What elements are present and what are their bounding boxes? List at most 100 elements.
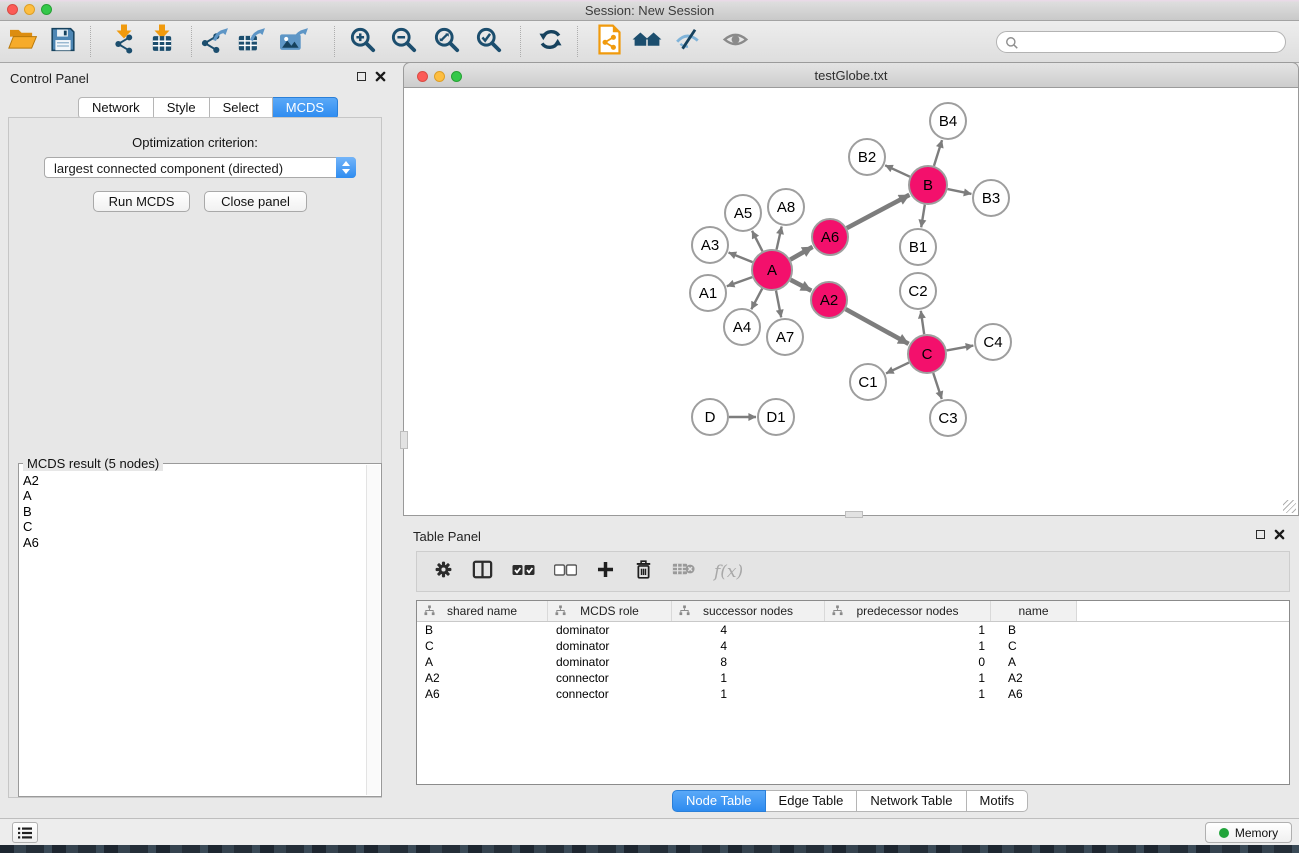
- table-row[interactable]: A6connector11A6: [417, 686, 1289, 702]
- graph-edge-B-B4[interactable]: [934, 140, 942, 166]
- cell-shared-name[interactable]: B: [417, 623, 548, 637]
- tab-style[interactable]: Style: [154, 97, 210, 119]
- tab-select[interactable]: Select: [210, 97, 273, 119]
- optimization-criterion-select[interactable]: largest connected component (directed): [44, 157, 356, 178]
- cell-shared-name[interactable]: A: [417, 655, 548, 669]
- mcds-result-scrollbar[interactable]: [366, 465, 380, 795]
- tab-node-table[interactable]: Node Table: [672, 790, 766, 812]
- float-panel-icon[interactable]: [357, 72, 366, 81]
- graph-edge-A2-C[interactable]: [846, 309, 909, 344]
- network-window-titlebar[interactable]: testGlobe.txt: [403, 62, 1299, 88]
- cell-MCDS-role[interactable]: dominator: [548, 639, 672, 653]
- export-image-icon[interactable]: [280, 25, 309, 59]
- graph-edge-A-A7[interactable]: [776, 291, 781, 318]
- tab-motifs[interactable]: Motifs: [967, 790, 1029, 812]
- run-mcds-button[interactable]: Run MCDS: [93, 191, 190, 212]
- add-column-icon[interactable]: [596, 560, 615, 584]
- table-row[interactable]: A2connector11A2: [417, 670, 1289, 686]
- cell-successor-nodes[interactable]: 1: [672, 671, 825, 685]
- search-input[interactable]: [1023, 33, 1277, 53]
- cell-predecessor-nodes[interactable]: 1: [825, 623, 991, 637]
- cell-shared-name[interactable]: A6: [417, 687, 548, 701]
- import-table-icon[interactable]: [148, 24, 176, 59]
- graph-edge-C-C4[interactable]: [947, 346, 974, 351]
- show-graphics-details-icon[interactable]: [722, 26, 749, 57]
- graph-edge-A-A1[interactable]: [727, 277, 752, 286]
- cell-shared-name[interactable]: C: [417, 639, 548, 653]
- show-columns-icon[interactable]: [472, 560, 493, 584]
- deselect-all-icon[interactable]: [554, 563, 577, 581]
- column-header-successor-nodes[interactable]: successor nodes: [672, 601, 825, 621]
- graph-edge-A-A8[interactable]: [777, 227, 782, 250]
- select-all-icon[interactable]: [512, 563, 535, 581]
- task-history-button[interactable]: [12, 822, 38, 843]
- graph-edge-A6-B[interactable]: [847, 195, 910, 228]
- graph-edge-A-A3[interactable]: [729, 252, 753, 262]
- graph-edge-B-B1[interactable]: [921, 205, 925, 228]
- mcds-result-item[interactable]: C: [23, 519, 39, 534]
- graph-edge-A-A4[interactable]: [751, 289, 762, 310]
- graph-edge-C-C1[interactable]: [886, 363, 909, 374]
- column-header-MCDS-role[interactable]: MCDS role: [548, 601, 672, 621]
- network-canvas[interactable]: B4B2BB3A5A8A6B1A3AA1C2A2A4A7C4CC1C3DD1: [403, 88, 1299, 516]
- column-header-name[interactable]: name: [991, 601, 1077, 621]
- graph-edge-A-A5[interactable]: [752, 231, 762, 251]
- memory-button[interactable]: Memory: [1205, 822, 1292, 843]
- search-field[interactable]: [996, 31, 1286, 53]
- network-graph[interactable]: B4B2BB3A5A8A6B1A3AA1C2A2A4A7C4CC1C3DD1: [404, 88, 1298, 515]
- import-network-icon[interactable]: [110, 24, 138, 59]
- delete-table-icon[interactable]: [672, 561, 695, 582]
- cell-MCDS-role[interactable]: connector: [548, 671, 672, 685]
- cell-predecessor-nodes[interactable]: 1: [825, 671, 991, 685]
- zoom-selected-icon[interactable]: [475, 26, 502, 58]
- open-session-icon[interactable]: [8, 27, 37, 57]
- graph-edge-A-A2[interactable]: [791, 280, 812, 291]
- float-panel-icon[interactable]: [1256, 530, 1265, 539]
- cell-MCDS-role[interactable]: connector: [548, 687, 672, 701]
- tab-network-table[interactable]: Network Table: [857, 790, 966, 812]
- graph-edge-C-C2[interactable]: [921, 311, 924, 334]
- graph-edge-C-C3[interactable]: [933, 373, 942, 399]
- cell-successor-nodes[interactable]: 4: [672, 623, 825, 637]
- zoom-in-icon[interactable]: [349, 26, 376, 58]
- splitpane-handle-vertical[interactable]: [400, 431, 408, 449]
- cell-name[interactable]: B: [991, 623, 1077, 637]
- table-row[interactable]: Cdominator41C: [417, 638, 1289, 654]
- cell-successor-nodes[interactable]: 1: [672, 687, 825, 701]
- tab-edge-table[interactable]: Edge Table: [766, 790, 858, 812]
- column-header-predecessor-nodes[interactable]: predecessor nodes: [825, 601, 991, 621]
- export-network-icon[interactable]: [200, 25, 229, 59]
- close-panel-icon[interactable]: [1274, 529, 1285, 540]
- cell-name[interactable]: A6: [991, 687, 1077, 701]
- export-table-icon[interactable]: [237, 25, 266, 59]
- column-settings-gear-icon[interactable]: [434, 560, 453, 584]
- resize-grip-icon[interactable]: [1283, 500, 1296, 513]
- cell-name[interactable]: A: [991, 655, 1077, 669]
- cell-shared-name[interactable]: A2: [417, 671, 548, 685]
- refresh-icon[interactable]: [537, 26, 564, 58]
- delete-column-trash-icon[interactable]: [634, 559, 653, 585]
- cell-predecessor-nodes[interactable]: 1: [825, 639, 991, 653]
- splitpane-handle-horizontal[interactable]: [845, 511, 863, 518]
- mcds-result-item[interactable]: B: [23, 504, 39, 519]
- graph-edge-B-B3[interactable]: [948, 189, 972, 194]
- graph-edge-A-A6[interactable]: [790, 247, 812, 260]
- mcds-result-item[interactable]: A6: [23, 535, 39, 550]
- close-panel-button[interactable]: Close panel: [204, 191, 307, 212]
- close-panel-icon[interactable]: [375, 71, 386, 82]
- cell-name[interactable]: C: [991, 639, 1077, 653]
- tab-mcds[interactable]: MCDS: [273, 97, 338, 119]
- cell-predecessor-nodes[interactable]: 0: [825, 655, 991, 669]
- save-session-icon[interactable]: [50, 26, 76, 57]
- mcds-result-item[interactable]: A2: [23, 473, 39, 488]
- function-builder-icon[interactable]: f(x): [714, 562, 743, 582]
- zoom-out-icon[interactable]: [390, 26, 417, 58]
- cell-MCDS-role[interactable]: dominator: [548, 655, 672, 669]
- hide-graphics-details-icon[interactable]: [675, 26, 701, 57]
- home-icon[interactable]: [631, 27, 663, 56]
- column-header-shared-name[interactable]: shared name: [417, 601, 548, 621]
- cell-successor-nodes[interactable]: 8: [672, 655, 825, 669]
- cell-successor-nodes[interactable]: 4: [672, 639, 825, 653]
- cell-name[interactable]: A2: [991, 671, 1077, 685]
- new-network-from-file-icon[interactable]: [596, 24, 623, 59]
